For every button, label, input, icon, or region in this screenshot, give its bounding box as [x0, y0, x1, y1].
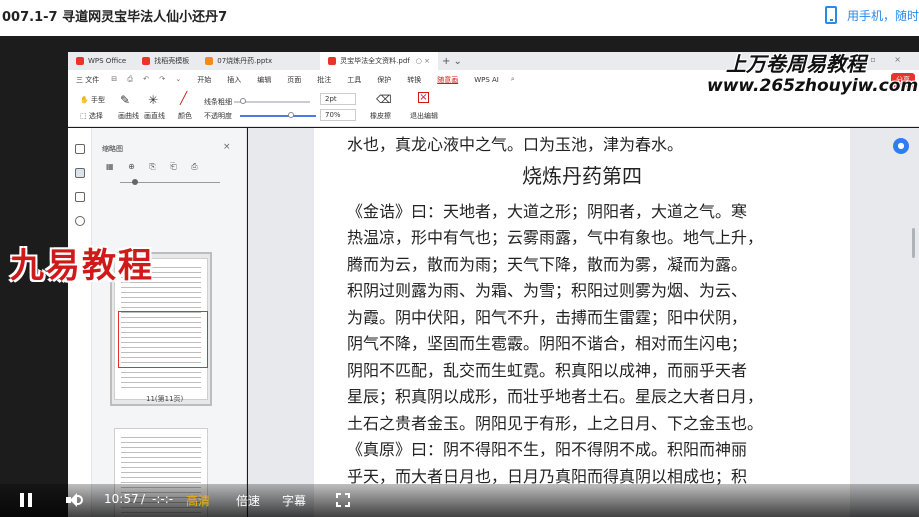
search-icon[interactable]: ⌕ [507, 75, 523, 84]
doc-line: 阴阳不匹配，乱交而生虹霓。积真阳以成神，而丽乎天者 [347, 360, 748, 380]
doc-line: 土石之贵者金玉。阴阳见于有形，上之日月、下之金玉也。 [347, 413, 764, 433]
menu-wps-ai[interactable]: WPS AI [466, 76, 507, 84]
color-picker[interactable]: 颜色 [178, 111, 192, 121]
tab-label: 找稻壳模板 [154, 57, 190, 65]
tab-label: 灵宝毕法全文资料.pdf [340, 57, 410, 65]
curve-pen-icon[interactable]: ✎ [120, 93, 130, 107]
menu-protect[interactable]: 保护 [369, 75, 399, 85]
document-scrollbar[interactable] [912, 228, 915, 258]
page-root: 007.1-7 寻道网灵宝毕法人仙小还丹7 用手机，随时 WPS Office … [0, 0, 919, 517]
close-icon[interactable]: ○ × [416, 57, 430, 65]
wps-logo-icon [76, 57, 84, 65]
sidebar-icon-strip [68, 128, 92, 517]
doc-line: 腾而为云，散而为雨；天气下降，散而为雾，凝而为露。 [347, 254, 748, 274]
quality-button[interactable]: 高清 [186, 492, 210, 509]
line-width-label: 线条粗细 [204, 98, 232, 106]
speed-button[interactable]: 倍速 [236, 492, 260, 509]
color-pen-icon[interactable]: ╱ [180, 91, 187, 105]
time-total: -:-:- [152, 492, 174, 506]
attachment-icon[interactable] [75, 216, 85, 226]
hand-tool-label: 手型 [90, 96, 105, 104]
document-page: 水也，真龙心液中之气。口为玉池，津为春水。 烧炼丹药第四 《金诰》曰：天地者，大… [314, 128, 850, 517]
select-tool[interactable]: ⬚ 选择 [80, 111, 103, 121]
hand-tool[interactable]: ✋ 手型 [80, 95, 105, 105]
opacity-slider[interactable] [240, 112, 316, 118]
line-width-slider[interactable] [234, 98, 310, 104]
thumbnail-page-label: 11(第11页) [146, 395, 184, 403]
draw-curve-label[interactable]: 画曲线 [118, 111, 139, 121]
exit-icon[interactable]: × [418, 92, 429, 103]
fullscreen-icon[interactable] [336, 493, 350, 507]
video-player[interactable]: WPS Office 找稻壳模板 07烧炼丹药.pptx 灵宝毕法全文资料.pd… [0, 36, 919, 517]
menu-freehand[interactable]: 随意画 [429, 75, 466, 85]
player-controls: 10:57 / -:-:- 高清 倍速 字幕 [0, 484, 919, 517]
thumbnail-zoom-slider[interactable] [106, 178, 236, 188]
doc-line: 为霞。阴中伏阳，阳气不升，击搏而生雷霆；阳中伏阴， [347, 307, 748, 327]
doc-line: 阴气不降，坚固而生雹霰。阴阳不谐合，相对而生闪电； [347, 334, 748, 353]
menu-insert[interactable]: 插入 [219, 75, 249, 85]
tab-label: 07烧炼丹药.pptx [217, 57, 273, 65]
page-header: 007.1-7 寻道网灵宝毕法人仙小还丹7 用手机，随时 [0, 0, 919, 36]
tab-label: WPS Office [88, 57, 127, 65]
menu-convert[interactable]: 转换 [399, 75, 429, 85]
tab-wps-office[interactable]: WPS Office [68, 52, 134, 70]
straight-line-icon[interactable]: ✳ [148, 93, 158, 107]
assistant-float-icon[interactable]: ● [893, 138, 909, 154]
watch-on-mobile-label: 用手机，随时 [846, 8, 919, 23]
eraser-button[interactable]: 橡皮擦 [370, 111, 391, 121]
comment-icon[interactable] [75, 192, 85, 202]
menu-edit[interactable]: 编辑 [249, 75, 279, 85]
tab-templates[interactable]: 找稻壳模板 [134, 52, 197, 70]
doc-heading: 烧炼丹药第四 [522, 163, 642, 188]
opacity-label: 不透明度 [204, 112, 232, 120]
select-tool-label: 选择 [88, 112, 103, 120]
menu-tools[interactable]: 工具 [339, 75, 369, 85]
pdf-file-icon [328, 57, 337, 65]
doc-line: 积阴过则露为雨、为霜、为雪；积阳过则雾为烟、为云、 [347, 281, 748, 300]
line-width-select[interactable]: 2pt [320, 93, 356, 105]
thumbnail-panel-title: 缩略图 [102, 145, 123, 153]
slider-knob[interactable] [288, 112, 294, 118]
menu-file[interactable]: 三 文件 [68, 75, 107, 85]
subtitle-button[interactable]: 字幕 [282, 492, 306, 509]
doc-line: 热温凉，形中有气也；云雾雨露，气中有象也。地气上升， [347, 228, 764, 247]
watermark-url: www.265zhouyiw.com [707, 76, 919, 96]
thumbnail-tools-icon[interactable]: ▦ ⊕ ⎘ ⎗ ⎙ [106, 162, 204, 172]
time-separator: / [141, 492, 146, 506]
close-icon[interactable]: × [223, 142, 231, 152]
phone-icon [824, 6, 837, 24]
draw-straight-label[interactable]: 画直线 [144, 111, 165, 121]
time-current: 10:57 [104, 492, 139, 506]
slider-knob[interactable] [240, 98, 246, 104]
quick-access-icons[interactable]: ⊟ ⎙ ↶ ↷ ⌄ [107, 75, 189, 84]
document-viewport[interactable]: 水也，真龙心液中之气。口为玉池，津为春水。 烧炼丹药第四 《金诰》曰：天地者，大… [248, 128, 919, 517]
doc-line: 水也，真龙心液中之气。口为玉池，津为春水。 [347, 135, 684, 154]
menu-annotate[interactable]: 批注 [309, 75, 339, 85]
menu-start[interactable]: 开始 [189, 75, 219, 85]
opacity-select[interactable]: 70% [320, 109, 356, 121]
document-text: 水也，真龙心液中之气。口为玉池，津为春水。 烧炼丹药第四 《金诰》曰：天地者，大… [347, 132, 817, 490]
watch-on-mobile-link[interactable]: 用手机，随时 [824, 4, 919, 26]
doc-line: 《真原》曰：阴不得阳不生，阳不得阴不成。积阳而神丽 [347, 440, 748, 459]
eraser-icon[interactable]: ⌫ [376, 93, 392, 106]
template-icon [142, 57, 151, 65]
thumbnail-viewport-indicator[interactable] [118, 311, 208, 368]
exit-edit-button[interactable]: 退出编辑 [410, 111, 438, 121]
doc-line: 星辰；积真阴以成形，而壮乎地者土石。星辰之大者日月， [347, 387, 764, 406]
volume-icon[interactable] [66, 493, 84, 507]
pause-icon[interactable] [20, 493, 32, 507]
pptx-file-icon [205, 57, 214, 65]
thumbnail-panel: 缩略图 × ▦ ⊕ ⎘ ⎗ ⎙ 11(第11页) [92, 128, 247, 517]
watermark-left: 九易教程 [10, 246, 154, 286]
bookmark-icon[interactable] [75, 144, 85, 154]
thumbnail-icon[interactable] [75, 168, 85, 178]
tab-pptx[interactable]: 07烧炼丹药.pptx [197, 52, 280, 70]
doc-line: 《金诰》曰：天地者，大道之形；阴阳者，大道之气。寒 [347, 201, 748, 221]
add-tab-icon[interactable]: + ⌄ [442, 56, 462, 67]
tab-pdf[interactable]: 灵宝毕法全文资料.pdf ○ × [320, 52, 438, 70]
video-title: 007.1-7 寻道网灵宝毕法人仙小还丹7 [2, 10, 228, 25]
menu-page[interactable]: 页面 [279, 75, 309, 85]
watermark-top: 上万卷周易教程 [726, 52, 866, 76]
